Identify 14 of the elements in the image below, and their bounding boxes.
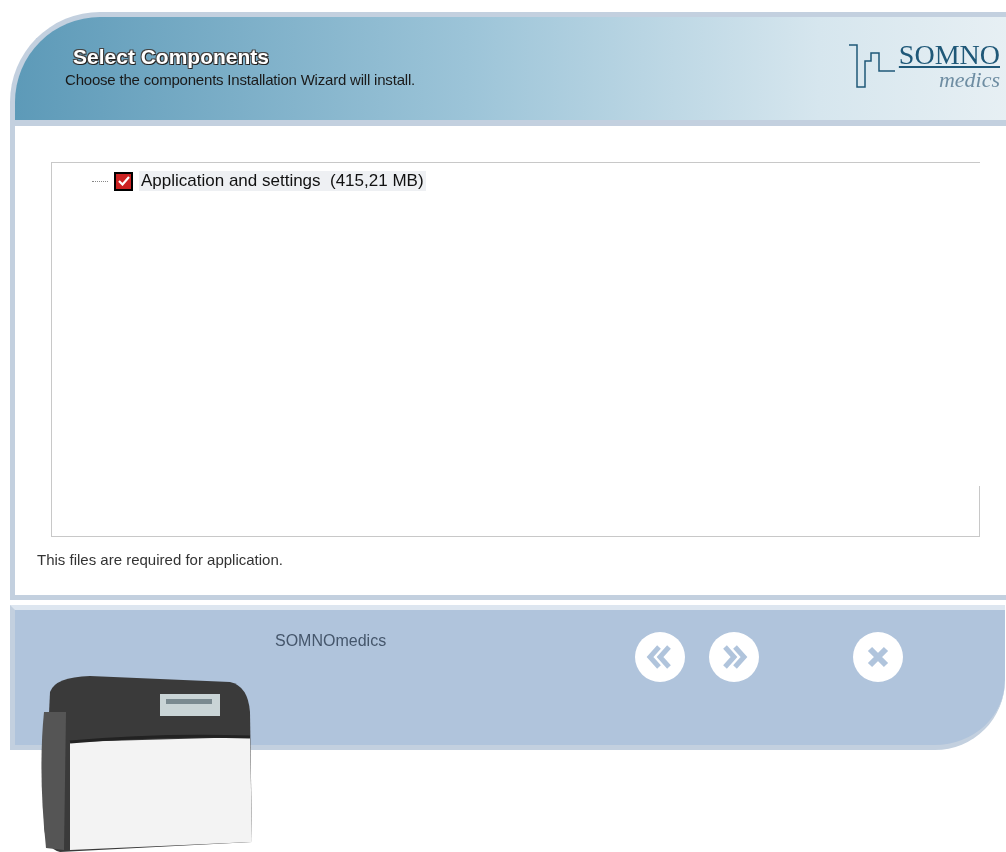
- pulse-wave-icon: [848, 41, 895, 89]
- page-subtitle: Choose the components Installation Wizard will install.: [65, 71, 415, 88]
- component-description: This files are required for application.: [37, 551, 284, 568]
- close-icon: [865, 644, 891, 670]
- checkmark-icon: [117, 176, 130, 186]
- cancel-button[interactable]: [853, 632, 903, 682]
- tree-item-label[interactable]: Application and settings (415,21 MB): [139, 171, 426, 191]
- back-button[interactable]: [635, 632, 685, 682]
- logo-tagline: medics: [938, 69, 1000, 91]
- page-title: Select Components: [73, 45, 271, 69]
- next-button[interactable]: [709, 632, 759, 682]
- logo-wordmark: SOMNO: [898, 41, 1000, 69]
- footer-brand: SOMNOmedics: [275, 632, 388, 650]
- checkbox[interactable]: [114, 171, 133, 191]
